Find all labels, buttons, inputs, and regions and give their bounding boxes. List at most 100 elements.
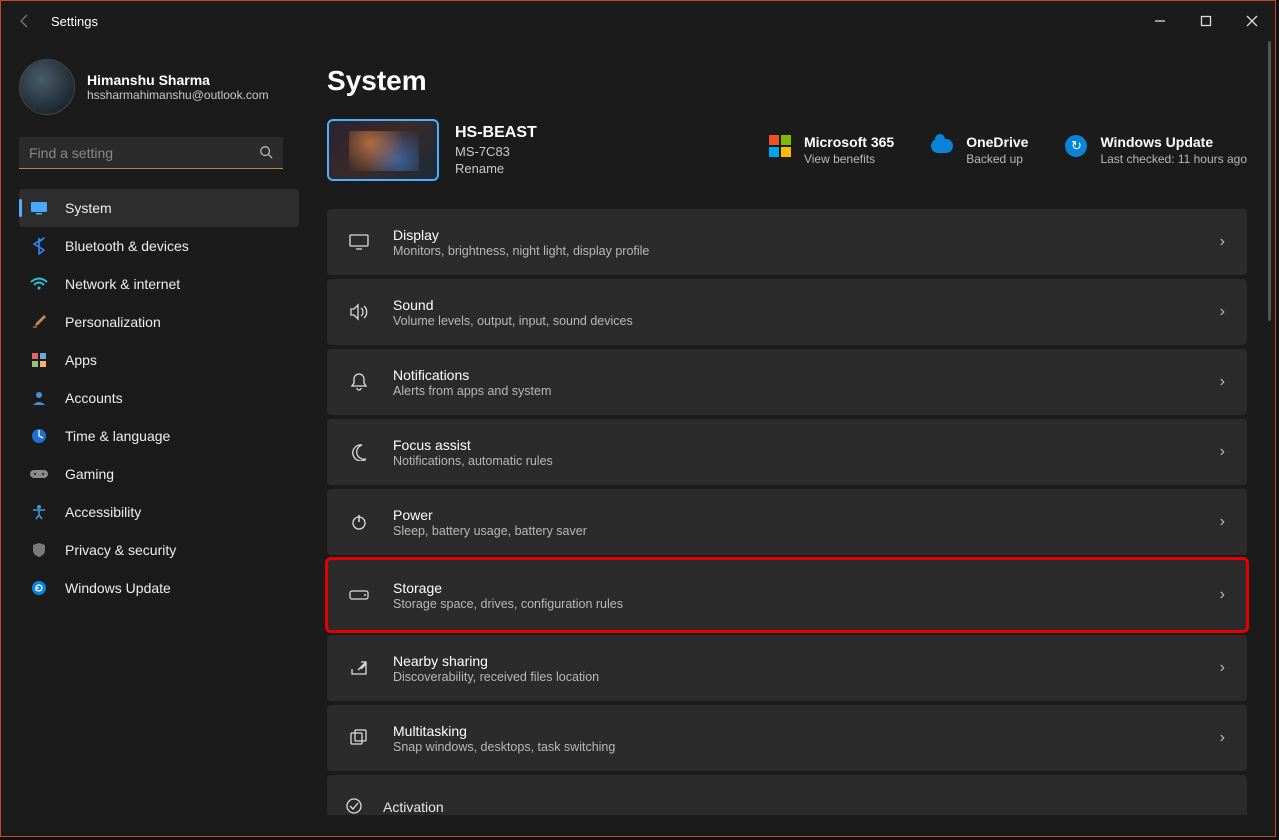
chevron-right-icon: ›	[1220, 233, 1225, 251]
window-title: Settings	[51, 14, 98, 29]
sidebar-item-personalization[interactable]: Personalization	[19, 303, 299, 341]
header-card-ms365[interactable]: Microsoft 365 View benefits	[768, 134, 894, 166]
multitask-icon	[345, 724, 373, 752]
gaming-icon	[29, 464, 49, 484]
back-button[interactable]	[17, 13, 33, 29]
sound-icon	[345, 298, 373, 326]
header-card-sub: View benefits	[804, 152, 894, 166]
setting-subtitle: Storage space, drives, configuration rul…	[393, 597, 1200, 611]
setting-title: Sound	[393, 297, 1200, 313]
person-icon	[29, 388, 49, 408]
sidebar-item-time-language[interactable]: Time & language	[19, 417, 299, 455]
sidebar-item-label: Accessibility	[65, 504, 141, 520]
setting-row-display[interactable]: Display Monitors, brightness, night ligh…	[327, 209, 1247, 275]
rename-link[interactable]: Rename	[455, 161, 537, 176]
clock-globe-icon	[29, 426, 49, 446]
sidebar-item-label: Personalization	[65, 314, 161, 330]
wifi-icon	[29, 274, 49, 294]
system-settings-list: Display Monitors, brightness, night ligh…	[327, 209, 1247, 815]
update-circle-icon: ↻	[1064, 134, 1088, 158]
search-icon	[259, 145, 273, 159]
setting-row-focus-assist[interactable]: Focus assist Notifications, automatic ru…	[327, 419, 1247, 485]
power-icon	[345, 508, 373, 536]
chevron-right-icon: ›	[1220, 513, 1225, 531]
sidebar-nav: System Bluetooth & devices Network & int…	[19, 189, 299, 607]
sidebar-item-apps[interactable]: Apps	[19, 341, 299, 379]
chevron-right-icon: ›	[1220, 373, 1225, 391]
sidebar-item-label: System	[65, 200, 112, 216]
header-card-sub: Backed up	[966, 152, 1028, 166]
sidebar-item-label: Bluetooth & devices	[65, 238, 189, 254]
scrollbar-thumb[interactable]	[1268, 41, 1271, 321]
sidebar-item-privacy[interactable]: Privacy & security	[19, 531, 299, 569]
share-icon	[345, 654, 373, 682]
sidebar-item-gaming[interactable]: Gaming	[19, 455, 299, 493]
moon-icon	[345, 438, 373, 466]
user-account-row[interactable]: Himanshu Sharma hssharmahimanshu@outlook…	[19, 59, 299, 115]
sidebar-item-bluetooth[interactable]: Bluetooth & devices	[19, 227, 299, 265]
sidebar-item-label: Time & language	[65, 428, 170, 444]
sidebar-item-label: Privacy & security	[65, 542, 176, 558]
storage-icon	[345, 581, 373, 609]
bell-icon	[345, 368, 373, 396]
system-header-row: HS-BEAST MS-7C83 Rename Microsoft 365 Vi…	[327, 119, 1247, 181]
setting-title: Display	[393, 227, 1200, 243]
setting-title: Multitasking	[393, 723, 1200, 739]
header-card-title: Windows Update	[1100, 134, 1247, 150]
apps-icon	[29, 350, 49, 370]
settings-window: Settings Himanshu Sharma hssharmahimansh…	[0, 0, 1276, 837]
monitor-icon	[345, 228, 373, 256]
accessibility-icon	[29, 502, 49, 522]
setting-row-activation[interactable]: Activation	[327, 775, 1247, 815]
onedrive-icon	[930, 134, 954, 158]
pc-thumbnail	[327, 119, 439, 181]
setting-row-storage[interactable]: Storage Storage space, drives, configura…	[327, 559, 1247, 631]
chevron-right-icon: ›	[1220, 303, 1225, 321]
setting-row-power[interactable]: Power Sleep, battery usage, battery save…	[327, 489, 1247, 555]
sidebar-item-accounts[interactable]: Accounts	[19, 379, 299, 417]
chevron-right-icon: ›	[1220, 729, 1225, 747]
bluetooth-icon	[29, 236, 49, 256]
setting-title: Activation	[383, 799, 444, 815]
page-title: System	[327, 65, 1247, 97]
sidebar-item-system[interactable]: System	[19, 189, 299, 227]
header-card-onedrive[interactable]: OneDrive Backed up	[930, 134, 1028, 166]
chevron-right-icon: ›	[1220, 659, 1225, 677]
search-input[interactable]	[19, 137, 283, 169]
display-icon	[29, 198, 49, 218]
setting-row-multitasking[interactable]: Multitasking Snap windows, desktops, tas…	[327, 705, 1247, 771]
setting-title: Notifications	[393, 367, 1200, 383]
setting-subtitle: Sleep, battery usage, battery saver	[393, 524, 1200, 538]
setting-title: Nearby sharing	[393, 653, 1200, 669]
sidebar-item-label: Apps	[65, 352, 97, 368]
minimize-button[interactable]	[1137, 1, 1183, 41]
setting-subtitle: Discoverability, received files location	[393, 670, 1200, 684]
header-card-sub: Last checked: 11 hours ago	[1100, 152, 1247, 166]
pc-name: HS-BEAST	[455, 124, 537, 142]
sidebar-item-label: Network & internet	[65, 276, 180, 292]
maximize-button[interactable]	[1183, 1, 1229, 41]
activation-icon	[345, 797, 363, 815]
main-content: System HS-BEAST MS-7C83 Rename Microsoft…	[311, 41, 1275, 836]
setting-subtitle: Snap windows, desktops, task switching	[393, 740, 1200, 754]
user-name: Himanshu Sharma	[87, 72, 269, 88]
sidebar-item-label: Windows Update	[65, 580, 171, 596]
sidebar-item-windows-update[interactable]: Windows Update	[19, 569, 299, 607]
setting-subtitle: Volume levels, output, input, sound devi…	[393, 314, 1200, 328]
setting-row-notifications[interactable]: Notifications Alerts from apps and syste…	[327, 349, 1247, 415]
chevron-right-icon: ›	[1220, 586, 1225, 604]
header-card-windows-update[interactable]: ↻ Windows Update Last checked: 11 hours …	[1064, 134, 1247, 166]
ms365-icon	[768, 134, 792, 158]
sidebar-item-accessibility[interactable]: Accessibility	[19, 493, 299, 531]
setting-row-sound[interactable]: Sound Volume levels, output, input, soun…	[327, 279, 1247, 345]
close-button[interactable]	[1229, 1, 1275, 41]
setting-title: Focus assist	[393, 437, 1200, 453]
shield-icon	[29, 540, 49, 560]
sidebar-item-network[interactable]: Network & internet	[19, 265, 299, 303]
sidebar-item-label: Gaming	[65, 466, 114, 482]
setting-subtitle: Notifications, automatic rules	[393, 454, 1200, 468]
setting-title: Power	[393, 507, 1200, 523]
avatar	[19, 59, 75, 115]
setting-row-nearby-sharing[interactable]: Nearby sharing Discoverability, received…	[327, 635, 1247, 701]
setting-subtitle: Alerts from apps and system	[393, 384, 1200, 398]
